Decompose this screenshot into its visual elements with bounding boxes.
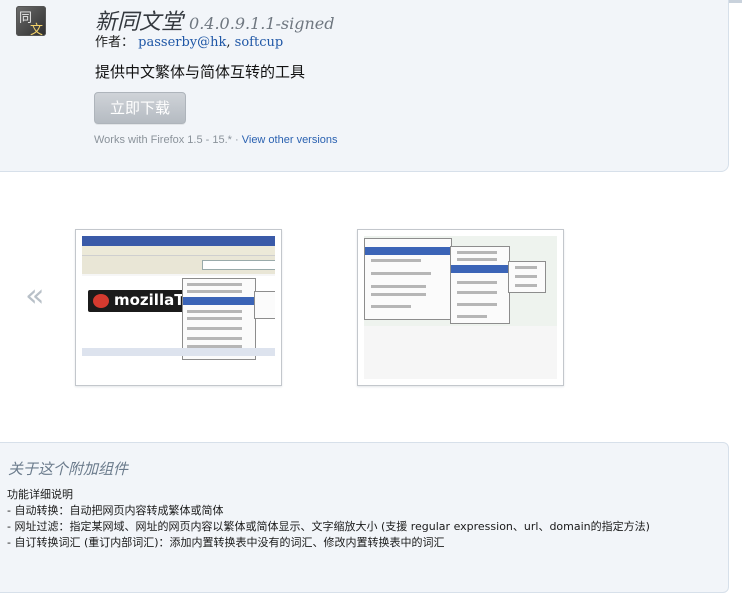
mock-sub-submenu xyxy=(508,261,546,293)
mock-urlbar xyxy=(202,260,275,270)
screenshot-thumbnail-2[interactable] xyxy=(357,229,564,386)
description-line: 功能详细说明 xyxy=(7,488,73,501)
screenshot-2-image xyxy=(364,236,557,379)
description-line: - 自订转换词汇 (重订内部词汇)：添加内置转换表中没有的词汇、修改内置转换表中… xyxy=(7,536,445,549)
mock-submenu xyxy=(450,246,510,324)
screenshot-thumbnail-1[interactable]: mozillaTa xyxy=(75,229,282,386)
screenshot-1-image: mozillaTa xyxy=(82,236,275,379)
mock-logo-text: mozillaTa xyxy=(114,291,193,309)
mock-submenu xyxy=(254,291,275,319)
about-description: 功能详细说明 - 自动转换：自动把网页内容转成繁体或简体 - 网址过滤：指定某网… xyxy=(7,487,715,551)
mock-context-menu xyxy=(364,238,452,320)
author-link-softcup[interactable]: softcup xyxy=(235,35,284,50)
mock-menubar xyxy=(82,246,275,256)
mock-page-strip xyxy=(82,348,275,356)
author-link-passerby[interactable]: passerby@hk xyxy=(138,35,226,50)
description-line: - 网址过滤：指定某网域、网址的网页内容以繁体或简体显示、文字缩放大小 (支援 … xyxy=(7,520,650,533)
gallery-prev-arrow[interactable]: « xyxy=(25,276,45,314)
mock-titlebar xyxy=(82,236,275,246)
author-line: 作者： passerby@hk, softcup xyxy=(95,31,283,50)
addon-icon: 同 文 xyxy=(16,6,46,36)
about-heading: 关于这个附加组件 xyxy=(8,460,129,478)
install-button[interactable]: 立即下载 xyxy=(94,92,186,124)
author-separator: , xyxy=(226,35,235,50)
other-versions-link[interactable]: View other versions xyxy=(242,134,338,146)
addon-summary: 提供中文繁体与简体互转的工具 xyxy=(95,63,306,81)
icon-glyph-wen: 文 xyxy=(30,23,44,36)
author-label: 作者： xyxy=(95,35,135,50)
compatibility-text: Works with Firefox 1.5 - 15.* · xyxy=(94,134,242,146)
description-line: - 自动转换：自动把网页内容转成繁体或简体 xyxy=(7,504,224,517)
compatibility-line: Works with Firefox 1.5 - 15.* · View oth… xyxy=(94,134,338,146)
